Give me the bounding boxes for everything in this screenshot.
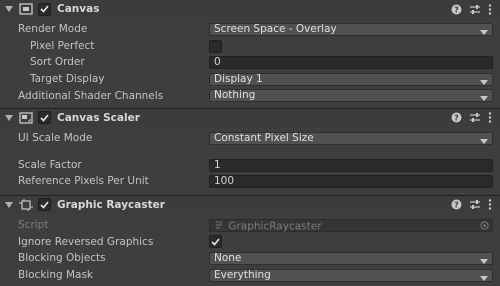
- blocking-objects-label: Blocking Objects: [18, 252, 106, 265]
- ignore-reversed-label: Ignore Reversed Graphics: [18, 235, 154, 248]
- help-icon[interactable]: ?: [451, 199, 462, 210]
- foldout-arrow-icon[interactable]: [5, 200, 13, 210]
- sort-order-label: Sort Order: [30, 56, 85, 69]
- foldout-arrow-icon[interactable]: [5, 113, 13, 123]
- chevron-down-icon: [480, 136, 488, 147]
- script-row: Script GraphicRaycaster: [0, 217, 500, 234]
- svg-text:?: ?: [454, 5, 459, 14]
- shader-channels-value: Nothing: [214, 89, 256, 102]
- pixel-perfect-row: Pixel Perfect: [0, 38, 500, 55]
- graphic-raycaster-component-header[interactable]: Graphic Raycaster ?: [0, 194, 500, 214]
- scale-factor-field[interactable]: 1: [209, 158, 493, 172]
- ui-scale-mode-value: Constant Pixel Size: [214, 131, 314, 144]
- target-display-value: Display 1: [214, 72, 263, 85]
- script-label: Script: [18, 219, 49, 232]
- chevron-down-icon: [480, 273, 488, 284]
- presets-icon[interactable]: [469, 199, 481, 210]
- kebab-menu-icon[interactable]: [488, 199, 492, 210]
- ignore-reversed-row: Ignore Reversed Graphics: [0, 233, 500, 250]
- help-icon[interactable]: ?: [451, 112, 462, 123]
- chevron-down-icon: [480, 93, 488, 104]
- presets-icon[interactable]: [469, 112, 481, 123]
- foldout-arrow-icon[interactable]: [5, 4, 13, 14]
- canvas-scaler-icon: [19, 112, 33, 124]
- canvas-icon: [19, 3, 33, 15]
- inspector-panel: Canvas ? Render Mode Screen Space - Over…: [0, 0, 500, 286]
- ui-scale-mode-label: UI Scale Mode: [18, 132, 93, 145]
- blocking-mask-value: Everything: [214, 268, 271, 281]
- chevron-down-icon: [480, 27, 488, 38]
- pixel-perfect-label: Pixel Perfect: [30, 39, 95, 52]
- ref-ppu-field[interactable]: 100: [209, 175, 493, 189]
- component-title: Graphic Raycaster: [57, 198, 165, 211]
- target-display-dropdown[interactable]: Display 1: [209, 72, 493, 88]
- ui-scale-mode-dropdown[interactable]: Constant Pixel Size: [209, 131, 493, 147]
- canvas-enabled-checkbox[interactable]: [38, 2, 51, 16]
- target-display-label: Target Display: [30, 73, 105, 86]
- sort-order-field[interactable]: 0: [209, 56, 493, 70]
- object-picker-icon: [480, 221, 489, 233]
- script-field: GraphicRaycaster: [209, 218, 493, 233]
- script-value: GraphicRaycaster: [228, 220, 322, 233]
- canvas-component-header[interactable]: Canvas ?: [0, 0, 500, 18]
- component-title: Canvas Scaler: [57, 111, 140, 124]
- shader-channels-label: Additional Shader Channels: [18, 89, 164, 102]
- chevron-down-icon: [480, 256, 488, 267]
- render-mode-label: Render Mode: [18, 23, 88, 36]
- svg-text:?: ?: [454, 114, 459, 123]
- render-mode-value: Screen Space - Overlay: [214, 23, 337, 35]
- component-title: Canvas: [57, 3, 100, 15]
- blocking-objects-row: Blocking Objects None: [0, 250, 500, 267]
- sort-order-row: Sort Order 0: [0, 54, 500, 71]
- ui-scale-mode-row: UI Scale Mode Constant Pixel Size: [0, 130, 500, 147]
- graphic-raycaster-enabled-checkbox[interactable]: [38, 198, 51, 212]
- ignore-reversed-checkbox[interactable]: [209, 235, 222, 249]
- render-mode-row: Render Mode Screen Space - Overlay: [0, 21, 500, 38]
- kebab-menu-icon[interactable]: [488, 3, 492, 15]
- chevron-down-icon: [480, 77, 488, 88]
- presets-icon[interactable]: [469, 4, 481, 15]
- shader-channels-dropdown[interactable]: Nothing: [209, 89, 493, 104]
- blocking-mask-row: Blocking Mask Everything: [0, 267, 500, 284]
- ref-ppu-label: Reference Pixels Per Unit: [18, 175, 149, 188]
- target-display-row: Target Display Display 1: [0, 71, 500, 88]
- scale-factor-row: Scale Factor 1: [0, 157, 500, 174]
- help-icon[interactable]: ?: [451, 4, 462, 15]
- kebab-menu-icon[interactable]: [488, 112, 492, 124]
- blocking-mask-dropdown[interactable]: Everything: [209, 268, 493, 284]
- blocking-objects-value: None: [214, 251, 242, 264]
- svg-text:?: ?: [454, 201, 459, 210]
- shader-channels-row: Additional Shader Channels Nothing: [0, 87, 500, 104]
- blocking-objects-dropdown[interactable]: None: [209, 251, 493, 267]
- scale-factor-label: Scale Factor: [18, 158, 82, 171]
- canvas-scaler-component-header[interactable]: Canvas Scaler ?: [0, 107, 500, 127]
- ref-ppu-row: Reference Pixels Per Unit 100: [0, 173, 500, 190]
- script-file-icon: [214, 220, 224, 233]
- canvas-scaler-enabled-checkbox[interactable]: [38, 111, 51, 125]
- raycaster-icon: [19, 198, 33, 211]
- pixel-perfect-checkbox[interactable]: [209, 39, 222, 53]
- render-mode-dropdown[interactable]: Screen Space - Overlay: [209, 23, 493, 36]
- blocking-mask-label: Blocking Mask: [18, 268, 94, 281]
